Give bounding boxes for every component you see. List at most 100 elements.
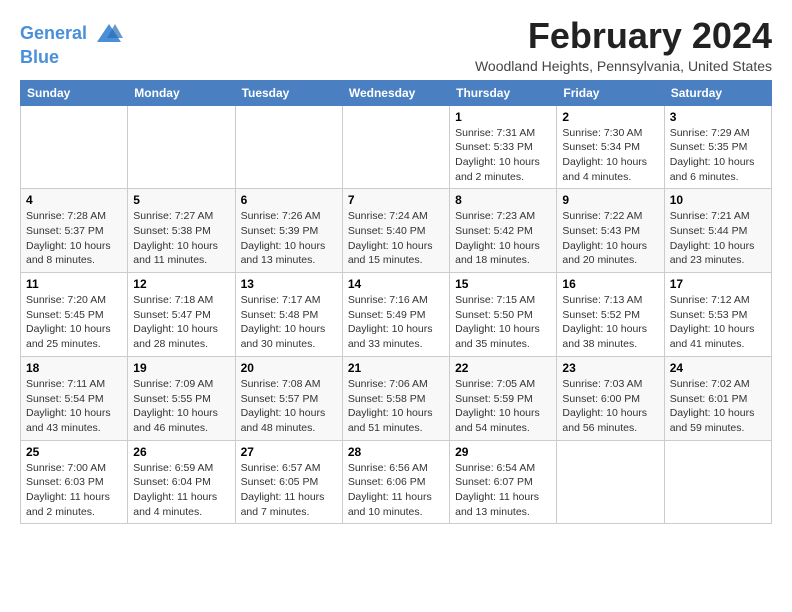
table-row: 3 Sunrise: 7:29 AMSunset: 5:35 PMDayligh… xyxy=(664,105,771,189)
day-number: 28 xyxy=(348,445,444,459)
day-info: Sunrise: 7:30 AMSunset: 5:34 PMDaylight:… xyxy=(562,126,658,185)
table-row: 26 Sunrise: 6:59 AMSunset: 6:04 PMDaylig… xyxy=(128,440,235,524)
table-row: 10 Sunrise: 7:21 AMSunset: 5:44 PMDaylig… xyxy=(664,189,771,273)
day-number: 23 xyxy=(562,361,658,375)
day-info: Sunrise: 6:56 AMSunset: 6:06 PMDaylight:… xyxy=(348,461,444,520)
day-number: 22 xyxy=(455,361,551,375)
table-row: 17 Sunrise: 7:12 AMSunset: 5:53 PMDaylig… xyxy=(664,273,771,357)
day-number: 19 xyxy=(133,361,229,375)
day-info: Sunrise: 7:27 AMSunset: 5:38 PMDaylight:… xyxy=(133,209,229,268)
table-row xyxy=(21,105,128,189)
table-row: 23 Sunrise: 7:03 AMSunset: 6:00 PMDaylig… xyxy=(557,356,664,440)
col-friday: Friday xyxy=(557,80,664,105)
day-number: 17 xyxy=(670,277,766,291)
table-row: 4 Sunrise: 7:28 AMSunset: 5:37 PMDayligh… xyxy=(21,189,128,273)
table-row: 7 Sunrise: 7:24 AMSunset: 5:40 PMDayligh… xyxy=(342,189,449,273)
day-number: 6 xyxy=(241,193,337,207)
logo-text: General xyxy=(20,20,123,48)
location-subtitle: Woodland Heights, Pennsylvania, United S… xyxy=(475,58,772,74)
page-header: General Blue February 2024 Woodland Heig… xyxy=(20,16,772,74)
day-number: 1 xyxy=(455,110,551,124)
day-info: Sunrise: 7:22 AMSunset: 5:43 PMDaylight:… xyxy=(562,209,658,268)
table-row: 24 Sunrise: 7:02 AMSunset: 6:01 PMDaylig… xyxy=(664,356,771,440)
day-number: 16 xyxy=(562,277,658,291)
day-info: Sunrise: 7:12 AMSunset: 5:53 PMDaylight:… xyxy=(670,293,766,352)
table-row xyxy=(557,440,664,524)
table-row: 19 Sunrise: 7:09 AMSunset: 5:55 PMDaylig… xyxy=(128,356,235,440)
logo: General Blue xyxy=(20,20,123,68)
table-row: 21 Sunrise: 7:06 AMSunset: 5:58 PMDaylig… xyxy=(342,356,449,440)
day-number: 5 xyxy=(133,193,229,207)
day-info: Sunrise: 7:00 AMSunset: 6:03 PMDaylight:… xyxy=(26,461,122,520)
table-row: 20 Sunrise: 7:08 AMSunset: 5:57 PMDaylig… xyxy=(235,356,342,440)
col-saturday: Saturday xyxy=(664,80,771,105)
day-info: Sunrise: 7:08 AMSunset: 5:57 PMDaylight:… xyxy=(241,377,337,436)
day-info: Sunrise: 7:31 AMSunset: 5:33 PMDaylight:… xyxy=(455,126,551,185)
day-number: 15 xyxy=(455,277,551,291)
day-info: Sunrise: 7:11 AMSunset: 5:54 PMDaylight:… xyxy=(26,377,122,436)
day-number: 3 xyxy=(670,110,766,124)
day-info: Sunrise: 6:54 AMSunset: 6:07 PMDaylight:… xyxy=(455,461,551,520)
day-info: Sunrise: 6:59 AMSunset: 6:04 PMDaylight:… xyxy=(133,461,229,520)
day-number: 2 xyxy=(562,110,658,124)
day-number: 4 xyxy=(26,193,122,207)
day-number: 20 xyxy=(241,361,337,375)
table-row: 12 Sunrise: 7:18 AMSunset: 5:47 PMDaylig… xyxy=(128,273,235,357)
month-title: February 2024 xyxy=(475,16,772,56)
day-info: Sunrise: 6:57 AMSunset: 6:05 PMDaylight:… xyxy=(241,461,337,520)
calendar-table: Sunday Monday Tuesday Wednesday Thursday… xyxy=(20,80,772,525)
calendar-week-row: 4 Sunrise: 7:28 AMSunset: 5:37 PMDayligh… xyxy=(21,189,772,273)
day-info: Sunrise: 7:13 AMSunset: 5:52 PMDaylight:… xyxy=(562,293,658,352)
title-area: February 2024 Woodland Heights, Pennsylv… xyxy=(475,16,772,74)
day-info: Sunrise: 7:28 AMSunset: 5:37 PMDaylight:… xyxy=(26,209,122,268)
day-number: 7 xyxy=(348,193,444,207)
col-sunday: Sunday xyxy=(21,80,128,105)
calendar-week-row: 11 Sunrise: 7:20 AMSunset: 5:45 PMDaylig… xyxy=(21,273,772,357)
day-info: Sunrise: 7:20 AMSunset: 5:45 PMDaylight:… xyxy=(26,293,122,352)
calendar-week-row: 25 Sunrise: 7:00 AMSunset: 6:03 PMDaylig… xyxy=(21,440,772,524)
day-number: 14 xyxy=(348,277,444,291)
day-number: 8 xyxy=(455,193,551,207)
day-info: Sunrise: 7:15 AMSunset: 5:50 PMDaylight:… xyxy=(455,293,551,352)
day-number: 27 xyxy=(241,445,337,459)
table-row: 28 Sunrise: 6:56 AMSunset: 6:06 PMDaylig… xyxy=(342,440,449,524)
col-monday: Monday xyxy=(128,80,235,105)
table-row: 27 Sunrise: 6:57 AMSunset: 6:05 PMDaylig… xyxy=(235,440,342,524)
table-row: 1 Sunrise: 7:31 AMSunset: 5:33 PMDayligh… xyxy=(450,105,557,189)
day-info: Sunrise: 7:05 AMSunset: 5:59 PMDaylight:… xyxy=(455,377,551,436)
day-number: 9 xyxy=(562,193,658,207)
table-row xyxy=(235,105,342,189)
day-number: 13 xyxy=(241,277,337,291)
day-info: Sunrise: 7:21 AMSunset: 5:44 PMDaylight:… xyxy=(670,209,766,268)
day-number: 25 xyxy=(26,445,122,459)
logo-text-blue: Blue xyxy=(20,48,123,68)
day-number: 21 xyxy=(348,361,444,375)
col-thursday: Thursday xyxy=(450,80,557,105)
day-info: Sunrise: 7:29 AMSunset: 5:35 PMDaylight:… xyxy=(670,126,766,185)
col-tuesday: Tuesday xyxy=(235,80,342,105)
table-row: 13 Sunrise: 7:17 AMSunset: 5:48 PMDaylig… xyxy=(235,273,342,357)
day-info: Sunrise: 7:16 AMSunset: 5:49 PMDaylight:… xyxy=(348,293,444,352)
day-info: Sunrise: 7:23 AMSunset: 5:42 PMDaylight:… xyxy=(455,209,551,268)
table-row: 9 Sunrise: 7:22 AMSunset: 5:43 PMDayligh… xyxy=(557,189,664,273)
table-row: 22 Sunrise: 7:05 AMSunset: 5:59 PMDaylig… xyxy=(450,356,557,440)
day-info: Sunrise: 7:26 AMSunset: 5:39 PMDaylight:… xyxy=(241,209,337,268)
logo-icon xyxy=(95,20,123,48)
table-row: 29 Sunrise: 6:54 AMSunset: 6:07 PMDaylig… xyxy=(450,440,557,524)
day-number: 24 xyxy=(670,361,766,375)
table-row: 16 Sunrise: 7:13 AMSunset: 5:52 PMDaylig… xyxy=(557,273,664,357)
table-row: 8 Sunrise: 7:23 AMSunset: 5:42 PMDayligh… xyxy=(450,189,557,273)
day-number: 18 xyxy=(26,361,122,375)
table-row: 18 Sunrise: 7:11 AMSunset: 5:54 PMDaylig… xyxy=(21,356,128,440)
table-row xyxy=(342,105,449,189)
day-number: 26 xyxy=(133,445,229,459)
table-row: 5 Sunrise: 7:27 AMSunset: 5:38 PMDayligh… xyxy=(128,189,235,273)
day-number: 12 xyxy=(133,277,229,291)
header-row: Sunday Monday Tuesday Wednesday Thursday… xyxy=(21,80,772,105)
table-row: 14 Sunrise: 7:16 AMSunset: 5:49 PMDaylig… xyxy=(342,273,449,357)
table-row: 15 Sunrise: 7:15 AMSunset: 5:50 PMDaylig… xyxy=(450,273,557,357)
col-wednesday: Wednesday xyxy=(342,80,449,105)
calendar-week-row: 1 Sunrise: 7:31 AMSunset: 5:33 PMDayligh… xyxy=(21,105,772,189)
day-number: 29 xyxy=(455,445,551,459)
day-info: Sunrise: 7:09 AMSunset: 5:55 PMDaylight:… xyxy=(133,377,229,436)
